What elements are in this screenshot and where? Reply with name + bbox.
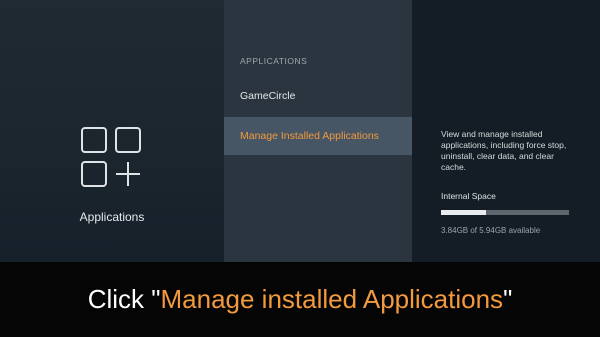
- menu-section-header: APPLICATIONS: [240, 56, 308, 66]
- item-description: View and manage installed applications, …: [441, 129, 567, 172]
- menu-item-manage-installed-applications[interactable]: Manage Installed Applications: [224, 117, 412, 155]
- category-label: Applications: [79, 210, 145, 224]
- storage-label: Internal Space: [441, 191, 496, 201]
- caption-suffix: ": [503, 284, 513, 314]
- caption-prefix: Click ": [87, 284, 161, 314]
- instruction-caption: Click "Manage installed Applications": [0, 262, 600, 337]
- category-panel: Applications: [0, 0, 224, 262]
- storage-available-text: 3.84GB of 5.94GB available: [441, 226, 541, 235]
- details-panel: View and manage installed applications, …: [412, 0, 600, 262]
- storage-progress-bar: [441, 210, 569, 215]
- storage-progress-fill: [441, 210, 486, 215]
- applications-menu: APPLICATIONS GameCircle Manage Installed…: [224, 0, 412, 262]
- settings-screen: Applications APPLICATIONS GameCircle Man…: [0, 0, 600, 262]
- menu-item-gamecircle[interactable]: GameCircle: [224, 84, 412, 108]
- caption-highlight: Manage installed Applications: [160, 284, 504, 314]
- apps-grid-plus-icon: [81, 127, 141, 187]
- caption-text: Click "Manage installed Applications": [0, 283, 600, 315]
